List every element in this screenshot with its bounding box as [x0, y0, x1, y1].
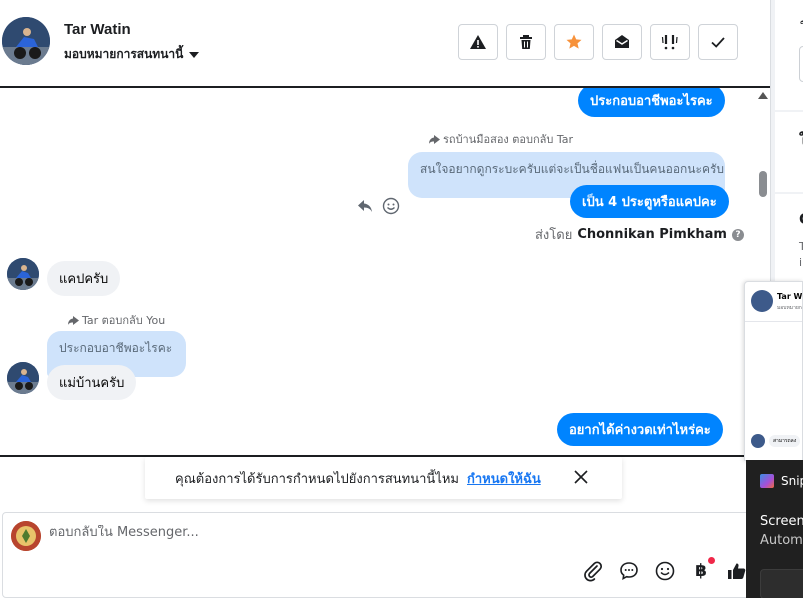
- panel-heading: C: [799, 210, 803, 228]
- panel-text: in: [799, 256, 803, 269]
- details-card: ใ: [775, 0, 803, 110]
- notification-dot: [708, 557, 715, 564]
- mark-unread-button[interactable]: [602, 24, 642, 60]
- panel-heading: ใ: [799, 131, 803, 149]
- snip-body: Screen Autom: [760, 512, 803, 550]
- conversation-header: Tar Watin มอบหมายการสนทนานี้: [0, 0, 770, 86]
- reply-composer: ฿: [2, 512, 770, 598]
- emoji-icon[interactable]: [653, 559, 677, 583]
- message-actions: [356, 197, 400, 215]
- chat-preview-header: Tar Watin มอบหมายการ: [745, 282, 802, 322]
- caret-down-icon: [189, 51, 200, 58]
- sender-avatar: [7, 362, 39, 394]
- message-bubble[interactable]: แม่บ้านครับ: [47, 365, 137, 400]
- snip-title-row: Snip: [760, 474, 803, 488]
- delete-button[interactable]: [506, 24, 546, 60]
- composer-toolbar: ฿: [581, 557, 749, 583]
- suggestion-text: คุณต้องการได้รับการกำหนดไปยังการสนทนานี้…: [175, 471, 459, 487]
- assign-suggestion: คุณต้องการได้รับการกำหนดไปยังการสนทนานี้…: [145, 457, 622, 499]
- sender-avatar: [7, 258, 39, 290]
- toolbar: [458, 24, 738, 60]
- follow-up-button[interactable]: [650, 24, 690, 60]
- contact-avatar[interactable]: [2, 17, 50, 65]
- assign-label: มอบหมายการสนทนานี้: [64, 47, 184, 61]
- chat-bubble-icon[interactable]: [617, 559, 641, 583]
- message-bubble[interactable]: ประกอบอาชีพอะไรคะ: [578, 88, 725, 117]
- details-card: ใ: [775, 112, 803, 192]
- assign-dropdown[interactable]: มอบหมายการสนทนานี้: [64, 45, 200, 64]
- trash-icon: [520, 35, 532, 49]
- panel-input[interactable]: [799, 46, 803, 82]
- snip-line: Autom: [760, 533, 803, 548]
- warning-icon: [470, 35, 486, 49]
- message-bubble[interactable]: เป็น 4 ประตูหรือแคปคะ: [570, 185, 729, 218]
- chat-preview-sub: มอบหมายการ: [777, 305, 802, 311]
- avatar-photo-icon: [7, 362, 39, 394]
- assign-to-me-link[interactable]: กำหนดให้ฉัน: [467, 468, 541, 489]
- message-bubble[interactable]: แคปครับ: [47, 261, 121, 296]
- snip-title: Snip: [781, 474, 803, 488]
- chat-preview-window[interactable]: Tar Watin มอบหมายการ สามารถลง: [744, 281, 803, 461]
- snip-app-icon: [760, 474, 774, 488]
- mark-done-button[interactable]: [698, 24, 738, 60]
- reply-meta: รถบ้านมือสอง ตอบกลับ Tar: [428, 130, 573, 148]
- avatar-photo-icon: [7, 258, 39, 290]
- sent-by: ส่งโดย Chonnikan Pimkham ?: [535, 224, 744, 245]
- check-icon: [711, 37, 725, 48]
- reply-meta-text: รถบ้านมือสอง ตอบกลับ Tar: [443, 133, 574, 146]
- help-icon[interactable]: ?: [731, 228, 744, 241]
- react-emoji-icon[interactable]: [382, 197, 400, 215]
- envelope-open-icon: [615, 35, 629, 48]
- sent-by-name: Chonnikan Pimkham: [577, 227, 727, 242]
- chat-preview-text: สามารถลง: [769, 435, 801, 447]
- paperclip-icon[interactable]: [581, 559, 605, 583]
- chat-preview-message: สามารถลง: [751, 434, 801, 448]
- reply-meta-text: Tar ตอบกลับ You: [82, 314, 166, 327]
- contact-name[interactable]: Tar Watin: [64, 21, 131, 38]
- sent-by-prefix: ส่งโดย: [535, 228, 573, 243]
- star-icon: [566, 34, 582, 49]
- reply-input[interactable]: [49, 525, 649, 540]
- avatar: [751, 434, 765, 448]
- close-icon[interactable]: [573, 469, 589, 485]
- message-bubble[interactable]: อยากได้ค่างวดเท่าไหร่คะ: [557, 413, 723, 446]
- mark-spam-button[interactable]: [458, 24, 498, 60]
- reply-arrow-icon: [68, 315, 79, 325]
- star-button[interactable]: [554, 24, 594, 60]
- snip-line: Screen: [760, 514, 803, 529]
- snip-notification[interactable]: Snip Screen Autom: [746, 460, 803, 598]
- currency-button[interactable]: ฿: [689, 557, 715, 583]
- chat-preview-name: Tar Watin: [777, 292, 803, 301]
- scroll-up-arrow-icon[interactable]: [758, 92, 768, 99]
- panel-text: T: [799, 240, 803, 253]
- currency-icon: ฿: [695, 561, 707, 581]
- reply-icon[interactable]: [356, 197, 374, 215]
- details-card: C T in: [775, 194, 803, 284]
- reply-meta: Tar ตอบกลับ You: [67, 311, 165, 329]
- follow-up-icon: [661, 35, 678, 50]
- avatar-photo-icon: [2, 17, 50, 65]
- page-avatar: [11, 521, 41, 551]
- reply-arrow-icon: [429, 134, 440, 144]
- avatar: [751, 290, 773, 312]
- snip-action-button[interactable]: [760, 569, 803, 598]
- scrollbar-thumb[interactable]: [759, 171, 767, 197]
- message-thread[interactable]: ประกอบอาชีพอะไรคะ รถบ้านมือสอง ตอบกลับ T…: [0, 86, 770, 457]
- page-logo-icon: [11, 521, 41, 551]
